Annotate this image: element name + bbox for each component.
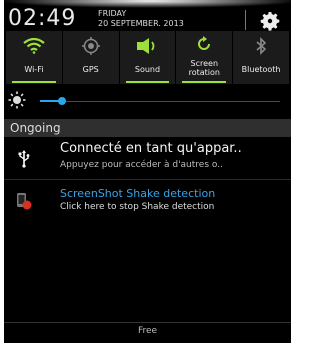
toggle-screen-rotation[interactable]: Screen rotation — [176, 31, 234, 84]
brightness-row — [4, 91, 291, 112]
bluetooth-label: Bluetooth — [241, 65, 281, 74]
notification-text: Click here to stop Shake detection — [60, 202, 215, 212]
notification-panel: 02:49 FRIDAY 20 SEPTEMBER. 2013 Wi-Fi GP… — [4, 0, 291, 343]
bluetooth-icon — [233, 37, 289, 55]
wifi-label: Wi-Fi — [24, 65, 44, 74]
sound-label: Sound — [134, 65, 161, 74]
notification-screenshot-shake[interactable]: ScreenShot Shake detection Click here to… — [4, 180, 291, 221]
toggle-sound[interactable]: Sound — [120, 31, 177, 84]
brightness-slider-track[interactable] — [60, 101, 280, 102]
clock-time: 02:49 — [8, 6, 77, 31]
notification-title: Connecté en tant qu'appar.. — [60, 141, 242, 156]
footer-divider — [4, 322, 291, 323]
notification-text: Appuyez pour accéder à d'autres o.. — [60, 160, 223, 170]
date-full: 20 SEPTEMBER. 2013 — [98, 19, 184, 28]
sound-active-indicator — [125, 81, 170, 83]
toggle-wifi[interactable]: Wi-Fi — [6, 31, 63, 84]
rotation-icon — [176, 35, 232, 53]
toggle-gps[interactable]: GPS — [63, 31, 120, 84]
toggle-bluetooth[interactable]: Bluetooth — [233, 31, 289, 84]
notification-title: ScreenShot Shake detection — [60, 187, 216, 200]
rotation-active-indicator — [182, 81, 227, 83]
date-day: FRIDAY — [98, 9, 127, 18]
brightness-sun-icon — [8, 91, 26, 109]
quick-settings-bar: Wi-Fi GPS Sound Screen rotation Bluetoot… — [6, 31, 289, 84]
usb-icon — [14, 149, 34, 169]
header-divider — [245, 10, 246, 30]
carrier-label: Free — [137, 326, 158, 336]
gps-icon — [63, 37, 119, 55]
gps-label: GPS — [82, 65, 99, 74]
brightness-slider-knob[interactable] — [58, 97, 66, 105]
screenshot-app-icon — [14, 191, 34, 211]
wifi-icon — [6, 37, 62, 55]
notification-usb[interactable]: Connecté en tant qu'appar.. Appuyez pour… — [4, 138, 291, 179]
sound-icon — [120, 37, 176, 55]
ongoing-section-header: Ongoing — [4, 119, 291, 137]
ongoing-label: Ongoing — [10, 121, 61, 135]
settings-gear-icon[interactable] — [258, 9, 282, 33]
screen-rotation-label: Screen rotation — [188, 59, 220, 77]
wifi-active-indicator — [12, 81, 56, 83]
